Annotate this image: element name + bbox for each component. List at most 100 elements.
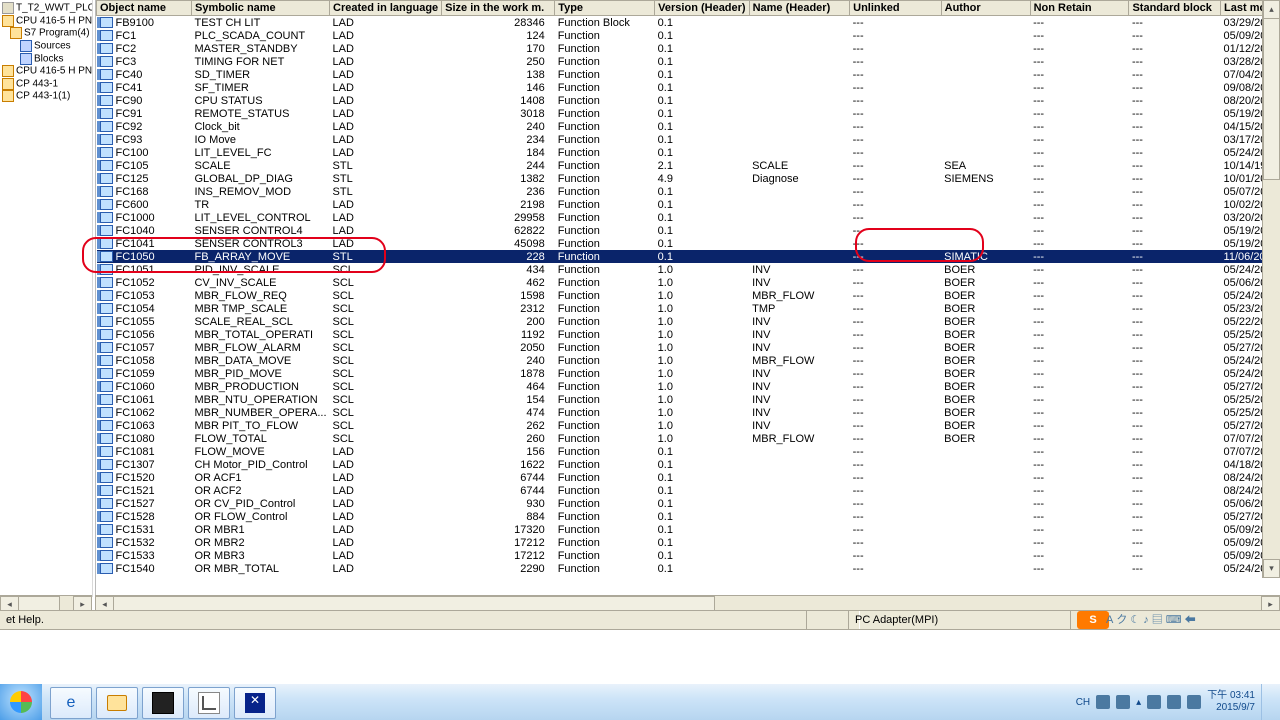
tree-item[interactable]: CPU 416-5 H PN/DP bbox=[0, 15, 92, 28]
scroll-up-button[interactable]: ▴ bbox=[1263, 0, 1280, 19]
table-row[interactable]: FC1055SCALE_REAL_SCLSCL200Function1.0INV… bbox=[97, 315, 1280, 328]
task-explorer[interactable] bbox=[96, 687, 138, 719]
cell: SCALE bbox=[191, 159, 329, 172]
column-header[interactable]: Author bbox=[941, 1, 1030, 16]
table-row[interactable]: FC1521OR ACF2LAD6744Function0.1---------… bbox=[97, 484, 1280, 497]
project-tree[interactable]: T_T2_WWT_PLCCPU 416-5 H PN/DPS7 Program(… bbox=[0, 0, 93, 597]
table-row[interactable]: FC1060MBR_PRODUCTIONSCL464Function1.0INV… bbox=[97, 380, 1280, 393]
table-row[interactable]: FC1056MBR_TOTAL_OPERATISCL1192Function1.… bbox=[97, 328, 1280, 341]
table-row[interactable]: FC1053MBR_FLOW_REQSCL1598Function1.0MBR_… bbox=[97, 289, 1280, 302]
table-row[interactable]: FC1532OR MBR2LAD17212Function0.1--------… bbox=[97, 536, 1280, 549]
column-header[interactable]: Symbolic name bbox=[191, 1, 329, 16]
table-row[interactable]: FC1307CH Motor_PID_ControlLAD1622Functio… bbox=[97, 458, 1280, 471]
taskbar[interactable]: e ✕ CH ▴ 下午 03:41 2015/9/7 bbox=[0, 684, 1280, 720]
column-header[interactable]: Size in the work m. bbox=[442, 1, 555, 16]
table-row[interactable]: FC2MASTER_STANDBYLAD170Function0.1------… bbox=[97, 42, 1280, 55]
table-row[interactable]: FC1062MBR_NUMBER_OPERA...SCL474Function1… bbox=[97, 406, 1280, 419]
table-row[interactable]: FC168INS_REMOV_MODSTL236Function0.1-----… bbox=[97, 185, 1280, 198]
tray-volume-icon[interactable] bbox=[1167, 695, 1181, 709]
header-row[interactable]: Object nameSymbolic nameCreated in langu… bbox=[97, 1, 1280, 16]
tree-item[interactable]: CPU 416-5 H PN/DP(1) bbox=[0, 65, 92, 78]
clock[interactable]: 下午 03:41 2015/9/7 bbox=[1207, 690, 1255, 714]
table-row[interactable]: FC1527OR CV_PID_ControlLAD930Function0.1… bbox=[97, 497, 1280, 510]
system-tray[interactable]: CH ▴ 下午 03:41 2015/9/7 bbox=[1068, 684, 1280, 720]
column-header[interactable]: Unlinked bbox=[850, 1, 942, 16]
start-button[interactable] bbox=[0, 684, 42, 720]
table-row[interactable]: FC1531OR MBR1LAD17320Function0.1--------… bbox=[97, 523, 1280, 536]
cell: 0.1 bbox=[655, 536, 749, 549]
column-header[interactable]: Version (Header) bbox=[655, 1, 749, 16]
tray-chevron-up-icon[interactable]: ▴ bbox=[1136, 697, 1141, 708]
block-list[interactable]: Object nameSymbolic nameCreated in langu… bbox=[95, 0, 1280, 595]
show-desktop-button[interactable] bbox=[1261, 684, 1272, 720]
table-row[interactable]: FC40SD_TIMERLAD138Function0.1---------07… bbox=[97, 68, 1280, 81]
table-row[interactable]: FC105SCALESTL244Function2.1SCALE---SEA--… bbox=[97, 159, 1280, 172]
table-row[interactable]: FC1063MBR PIT_TO_FLOWSCL262Function1.0IN… bbox=[97, 419, 1280, 432]
cell: --- bbox=[1030, 393, 1129, 406]
table-row[interactable]: FC1050FB_ARRAY_MOVESTL228Function0.1---S… bbox=[97, 250, 1280, 263]
cell: 1192 bbox=[442, 328, 555, 341]
tree-item[interactable]: Sources bbox=[0, 40, 92, 53]
table-row[interactable]: FC1040SENSER CONTROL4LAD62822Function0.1… bbox=[97, 224, 1280, 237]
table-row[interactable]: FC3TIMING FOR NETLAD250Function0.1------… bbox=[97, 55, 1280, 68]
table-row[interactable]: FC1520OR ACF1LAD6744Function0.1---------… bbox=[97, 471, 1280, 484]
scroll-thumb[interactable] bbox=[1263, 18, 1280, 180]
column-header[interactable]: Type bbox=[555, 1, 655, 16]
table-row[interactable]: FC1052CV_INV_SCALESCL462Function1.0INV--… bbox=[97, 276, 1280, 289]
cell: Function bbox=[555, 445, 655, 458]
table-row[interactable]: FC92Clock_bitLAD240Function0.1---------0… bbox=[97, 120, 1280, 133]
table-row[interactable]: FC1528OR FLOW_ControlLAD884Function0.1--… bbox=[97, 510, 1280, 523]
tree-item[interactable]: CP 443-1 bbox=[0, 78, 92, 91]
tree-item[interactable]: CP 443-1(1) bbox=[0, 90, 92, 103]
table-row[interactable]: FC1081FLOW_MOVELAD156Function0.1--------… bbox=[97, 445, 1280, 458]
tray-help-icon[interactable] bbox=[1096, 695, 1110, 709]
table-row[interactable]: FC1059MBR_PID_MOVESCL1878Function1.0INV-… bbox=[97, 367, 1280, 380]
tray-network-icon[interactable] bbox=[1147, 695, 1161, 709]
table-row[interactable]: FC1533OR MBR3LAD17212Function0.1--------… bbox=[97, 549, 1280, 562]
column-header[interactable]: Standard block bbox=[1129, 1, 1221, 16]
cell: --- bbox=[850, 419, 942, 432]
table-row[interactable]: FC90CPU STATUSLAD1408Function0.1--------… bbox=[97, 94, 1280, 107]
cell: Function bbox=[555, 354, 655, 367]
task-lad-editor[interactable] bbox=[188, 687, 230, 719]
ime-toolbar[interactable]: Aク☾♪▤⌨⬅ bbox=[1100, 611, 1205, 629]
tree-item[interactable]: T_T2_WWT_PLC bbox=[0, 2, 92, 15]
column-header[interactable]: Object name bbox=[97, 1, 192, 16]
column-header[interactable]: Created in language bbox=[330, 1, 442, 16]
table-row[interactable]: FC100LIT_LEVEL_FCLAD184Function0.1------… bbox=[97, 146, 1280, 159]
cell: --- bbox=[1030, 445, 1129, 458]
column-header[interactable]: Name (Header) bbox=[749, 1, 850, 16]
scroll-down-button[interactable]: ▾ bbox=[1263, 559, 1280, 578]
table-row[interactable]: FC1058MBR_DATA_MOVESCL240Function1.0MBR_… bbox=[97, 354, 1280, 367]
table-row[interactable]: FC1041SENSER CONTROL3LAD45098Function0.1… bbox=[97, 237, 1280, 250]
table-row[interactable]: FC1540OR MBR_TOTALLAD2290Function0.1----… bbox=[97, 562, 1280, 575]
table-row[interactable]: FC1051PID_INV_SCALESCL434Function1.0INV-… bbox=[97, 263, 1280, 276]
table-row[interactable]: FB9100TEST CH LITLAD28346Function Block0… bbox=[97, 16, 1280, 30]
tray-app-icon[interactable] bbox=[1187, 695, 1201, 709]
task-simatic-manager[interactable] bbox=[142, 687, 184, 719]
cell: --- bbox=[1030, 224, 1129, 237]
tray-action-center-icon[interactable] bbox=[1116, 695, 1130, 709]
table-row[interactable]: FC91REMOTE_STATUSLAD3018Function0.1-----… bbox=[97, 107, 1280, 120]
table-row[interactable]: FC1061MBR_NTU_OPERATIONSCL154Function1.0… bbox=[97, 393, 1280, 406]
task-ie[interactable]: e bbox=[50, 687, 92, 719]
ime-language[interactable]: CH bbox=[1076, 697, 1090, 708]
table-row[interactable]: FC1PLC_SCADA_COUNTLAD124Function0.1-----… bbox=[97, 29, 1280, 42]
cell bbox=[941, 16, 1030, 30]
table-row[interactable]: FC41SF_TIMERLAD146Function0.1---------09… bbox=[97, 81, 1280, 94]
table-row[interactable]: FC1057MBR_FLOW_ALARMSCL2050Function1.0IN… bbox=[97, 341, 1280, 354]
table-row[interactable]: FC600TRLAD2198Function0.1---------10/02/… bbox=[97, 198, 1280, 211]
table-row[interactable]: FC1000LIT_LEVEL_CONTROLLAD29958Function0… bbox=[97, 211, 1280, 224]
cell: 6744 bbox=[442, 471, 555, 484]
table-row[interactable]: FC1080FLOW_TOTALSCL260Function1.0MBR_FLO… bbox=[97, 432, 1280, 445]
cell: 1.0 bbox=[655, 289, 749, 302]
tree-item[interactable]: S7 Program(4) bbox=[0, 27, 92, 40]
cell: SIMATIC bbox=[941, 250, 1030, 263]
column-header[interactable]: Non Retain bbox=[1030, 1, 1129, 16]
list-vscrollbar[interactable]: ▴ ▾ bbox=[1262, 0, 1280, 578]
table-row[interactable]: FC93IO MoveLAD234Function0.1---------03/… bbox=[97, 133, 1280, 146]
tree-item[interactable]: Blocks bbox=[0, 53, 92, 66]
table-row[interactable]: FC1054MBR TMP_SCALESCL2312Function1.0TMP… bbox=[97, 302, 1280, 315]
task-hwconfig[interactable]: ✕ bbox=[234, 687, 276, 719]
table-row[interactable]: FC125GLOBAL_DP_DIAGSTL1382Function4.9Dia… bbox=[97, 172, 1280, 185]
